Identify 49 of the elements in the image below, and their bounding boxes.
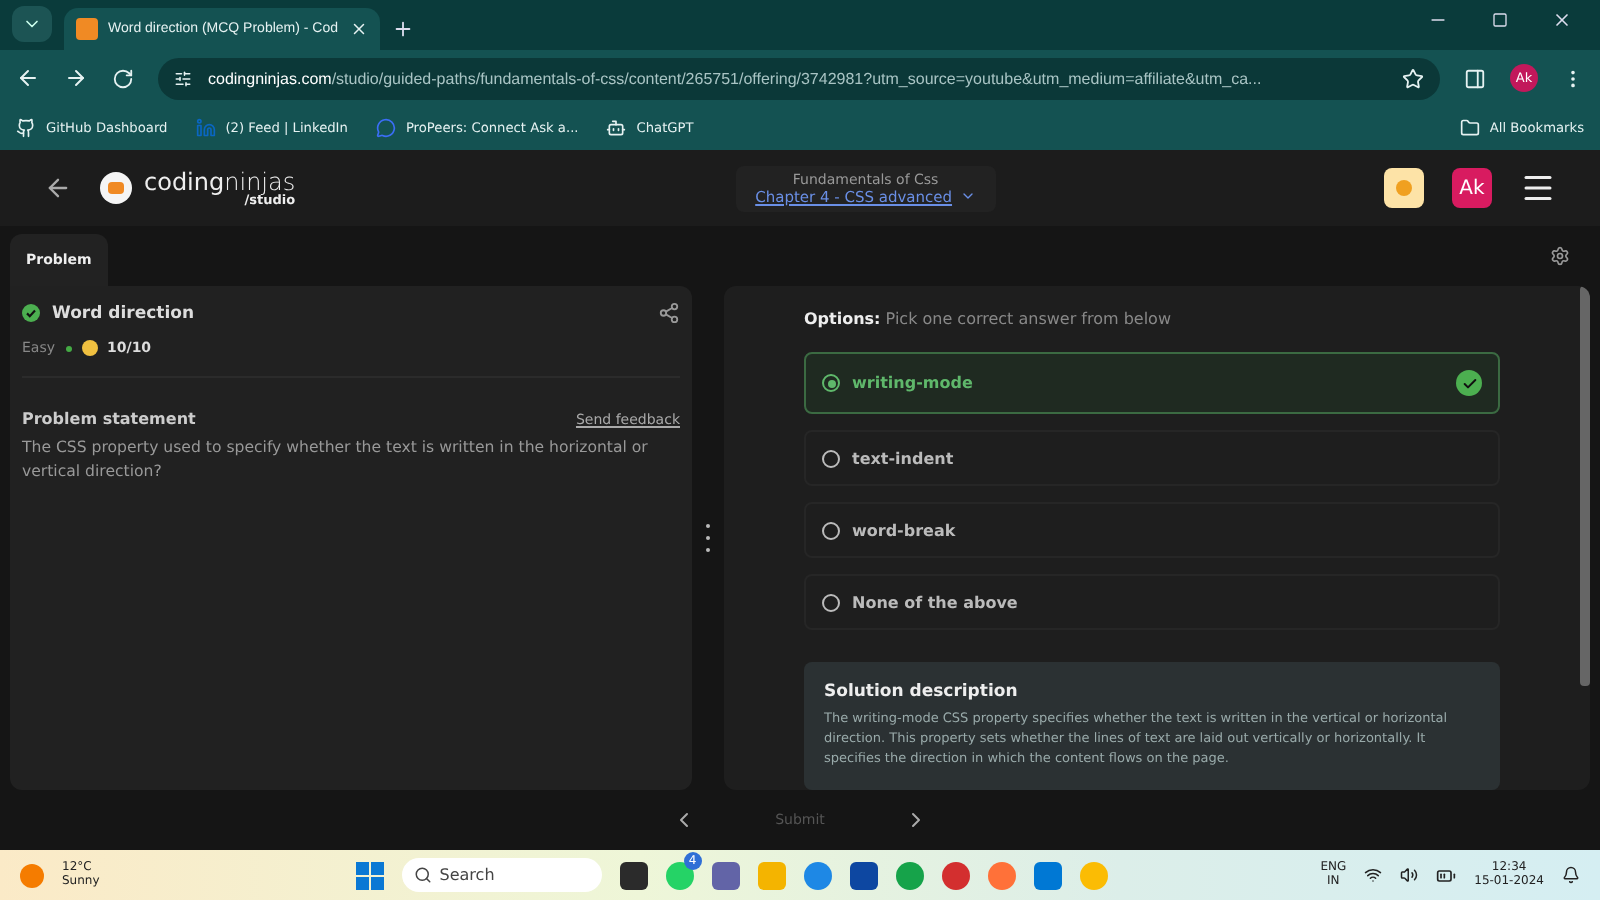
- folder-icon[interactable]: [1459, 118, 1480, 138]
- radio-icon: [822, 374, 840, 392]
- robot-icon[interactable]: [606, 118, 627, 138]
- restore-icon[interactable]: [1492, 12, 1508, 28]
- url-path: /studio/guided-paths/fundamentals-of-css/content/265751/offering/3742981?utm_source=youtube&utm_medium=affiliate&utm_ca...: [331, 69, 1262, 87]
- back-icon[interactable]: [16, 66, 40, 90]
- user-avatar[interactable]: Ak: [1452, 168, 1492, 208]
- settings-icon[interactable]: [1550, 246, 1570, 266]
- battery-icon[interactable]: [1436, 865, 1457, 885]
- site-settings-icon[interactable]: [174, 69, 192, 87]
- side-panel-icon[interactable]: [1464, 67, 1486, 89]
- new-tab-icon[interactable]: [392, 18, 414, 40]
- coin-button[interactable]: [1384, 168, 1424, 208]
- taskbar-search-field[interactable]: Search: [401, 858, 602, 892]
- circle-app-icon[interactable]: [895, 861, 924, 889]
- answer-option[interactable]: None of the above: [804, 574, 1500, 630]
- close-icon[interactable]: [1552, 10, 1572, 30]
- caret-icon: [960, 188, 977, 204]
- separator-dot: [65, 345, 72, 351]
- coin-icon: [1394, 178, 1414, 198]
- answer-option[interactable]: word-break: [804, 502, 1500, 558]
- logo-icon: [100, 172, 132, 204]
- logo-wordmark: codingninjas: [144, 169, 296, 194]
- back-icon[interactable]: [44, 174, 72, 202]
- menu-icon[interactable]: [1520, 170, 1556, 206]
- answer-option[interactable]: text-indent: [804, 430, 1500, 486]
- radio-icon: [822, 449, 840, 467]
- forward-icon[interactable]: [64, 66, 88, 90]
- start-icon[interactable]: [355, 861, 384, 889]
- solution-heading: Solution description: [824, 682, 1020, 702]
- answer-option[interactable]: writing-mode: [804, 352, 1500, 414]
- radio-icon: [822, 521, 840, 539]
- site-favicon-icon: [76, 18, 98, 40]
- address-bar[interactable]: codingninjas.com/studio/guided-paths/fundamentals-of-css/content/265751/offering/3742981?utm_source=youtube&utm_medium=affiliate&utm_ca...: [158, 57, 1440, 99]
- options-prompt: Options: Pick one correct answer from below: [804, 310, 1173, 328]
- url-domain: codingninjas.com: [208, 69, 332, 87]
- wifi-icon[interactable]: [1364, 866, 1383, 884]
- reload-icon[interactable]: [112, 67, 134, 89]
- coin-icon: [81, 340, 98, 356]
- problem-title: Word direction: [52, 303, 195, 323]
- notification-icon[interactable]: [1562, 866, 1580, 884]
- volume-icon[interactable]: [1400, 866, 1419, 884]
- close-icon[interactable]: [350, 20, 368, 38]
- section-heading: Problem statement: [22, 410, 196, 428]
- search-icon: [413, 866, 432, 884]
- radio-icon: [822, 593, 840, 611]
- github-icon[interactable]: [16, 118, 36, 138]
- bookmark-star-icon[interactable]: [1402, 67, 1424, 89]
- share-icon[interactable]: [658, 302, 680, 324]
